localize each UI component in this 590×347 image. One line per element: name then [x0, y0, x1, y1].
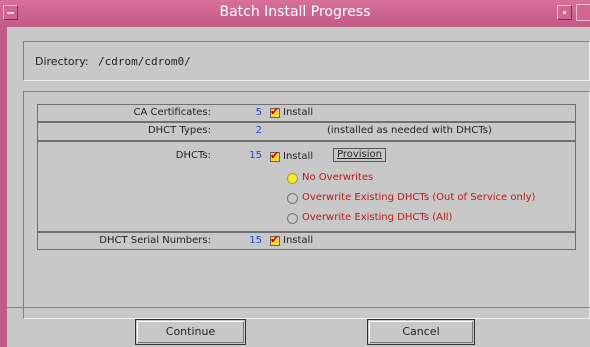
serial-numbers-count: 15 — [249, 235, 262, 246]
dhct-types-note: (installed as needed with DHCTs) — [327, 125, 492, 136]
cancel-button-label: Cancel — [402, 325, 440, 338]
directory-panel: Directory: /cdrom/cdrom0/ — [23, 41, 590, 81]
directory-value: /cdrom/cdrom0/ — [98, 55, 191, 68]
continue-button-label: Continue — [165, 325, 216, 338]
maximize-icon[interactable] — [576, 4, 590, 21]
overwrite-all-radio[interactable] — [287, 213, 298, 224]
directory-label: Directory: — [35, 55, 89, 68]
overwrite-out-of-service-radio[interactable] — [287, 193, 298, 204]
dhcts-count: 15 — [249, 150, 262, 161]
serial-numbers-install-checkbox[interactable] — [270, 233, 280, 246]
row-dhct-serial-numbers: DHCT Serial Numbers: 15 Install — [37, 232, 576, 250]
row-dhct-types: DHCT Types: 2 (installed as needed with … — [37, 122, 576, 141]
button-separator — [7, 307, 590, 308]
dhct-types-label: DHCT Types: — [147, 125, 211, 136]
row-dhcts: DHCTs: 15 Install Provision No Overwrite… — [37, 141, 576, 232]
serial-numbers-label: DHCT Serial Numbers: — [99, 235, 211, 246]
title-bar[interactable]: Batch Install Progress — [0, 0, 590, 28]
dhcts-label: DHCTs: — [175, 150, 211, 161]
no-overwrites-radio[interactable] — [287, 173, 298, 184]
ca-certificates-label: CA Certificates: — [133, 107, 211, 118]
dhcts-install-checkbox[interactable] — [270, 149, 280, 162]
row-ca-certificates: CA Certificates: 5 Install — [37, 104, 576, 122]
ca-certificates-install-label: Install — [283, 107, 314, 118]
dhct-types-count: 2 — [255, 125, 262, 136]
window-frame-left — [0, 27, 7, 347]
dialog-window: Batch Install Progress Directory: /cdrom… — [0, 0, 590, 347]
provision-button[interactable]: Provision — [333, 148, 387, 162]
dhcts-install-label: Install — [283, 151, 314, 162]
window-title: Batch Install Progress — [219, 4, 371, 20]
ca-certificates-install-checkbox[interactable] — [270, 105, 280, 118]
overwrite-out-of-service-label: Overwrite Existing DHCTs (Out of Service… — [302, 192, 536, 203]
serial-numbers-install-label: Install — [283, 235, 314, 246]
cancel-button[interactable]: Cancel — [367, 319, 475, 345]
minimize-icon[interactable] — [557, 5, 572, 20]
overwrite-all-label: Overwrite Existing DHCTs (All) — [302, 212, 453, 223]
continue-button[interactable]: Continue — [135, 319, 246, 345]
no-overwrites-label: No Overwrites — [302, 172, 374, 183]
ca-certificates-count: 5 — [255, 107, 262, 118]
